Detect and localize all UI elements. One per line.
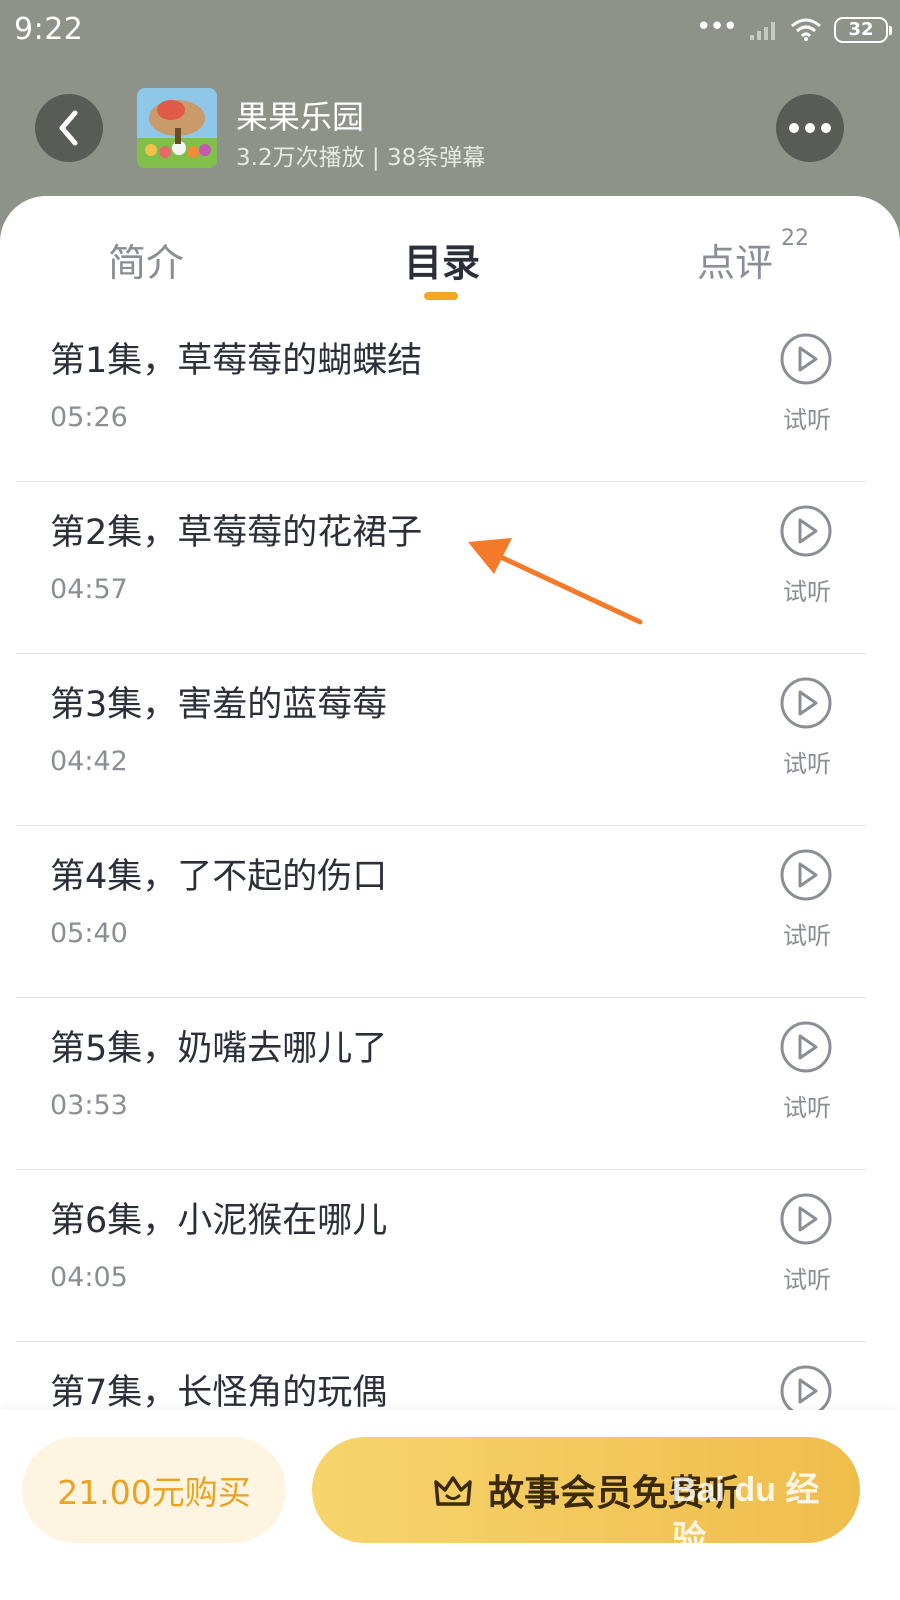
- play-icon[interactable]: [779, 848, 833, 902]
- trial-listen-button[interactable]: 试听: [780, 1088, 834, 1123]
- album-meta: 3.2万次播放 | 38条弹幕: [236, 145, 486, 171]
- trial-listen-button[interactable]: 试听: [780, 744, 834, 779]
- episode-title: 第6集，小泥猴在哪儿: [50, 1201, 388, 1241]
- episode-row[interactable]: 第1集，草莓莓的蝴蝶结 05:26 试听: [0, 310, 900, 482]
- status-icons: ••• 32: [695, 12, 892, 46]
- signal-icon: [748, 19, 778, 41]
- crown-bag-icon: [434, 1476, 472, 1506]
- episode-duration: 04:05: [50, 1262, 128, 1293]
- episode-title: 第7集，长怪角的玩偶: [50, 1373, 388, 1413]
- episode-list: 第1集，草莓莓的蝴蝶结 05:26 试听 第2集，草莓莓的花裙子 04:57 试…: [0, 310, 900, 1514]
- play-icon[interactable]: [779, 676, 833, 730]
- episode-row[interactable]: 第4集，了不起的伤口 05:40 试听: [0, 826, 900, 998]
- episode-title: 第5集，奶嘴去哪儿了: [50, 1029, 388, 1069]
- wifi-icon: [790, 18, 822, 42]
- watermark-url: jingyan.baidu.com: [672, 1562, 829, 1582]
- episode-duration: 05:40: [50, 918, 128, 949]
- play-icon[interactable]: [779, 1020, 833, 1074]
- trial-listen-button[interactable]: 试听: [780, 572, 834, 607]
- tab-review[interactable]: 点评: [697, 232, 773, 287]
- status-time: 9:22: [14, 12, 84, 47]
- play-icon[interactable]: [779, 1192, 833, 1246]
- chevron-left-icon: [59, 110, 78, 146]
- watermark-logo: Bai du 经验: [672, 1471, 820, 1558]
- play-icon[interactable]: [779, 504, 833, 558]
- buy-button[interactable]: 21.00元购买: [22, 1437, 286, 1543]
- more-button[interactable]: [776, 94, 844, 162]
- active-tab-indicator: [424, 292, 458, 300]
- episode-title: 第2集，草莓莓的花裙子: [50, 513, 423, 553]
- episode-title: 第3集，害羞的蓝莓莓: [50, 685, 388, 725]
- episode-row[interactable]: 第2集，草莓莓的花裙子 04:57 试听: [0, 482, 900, 654]
- play-icon[interactable]: [779, 332, 833, 386]
- tab-intro[interactable]: 简介: [108, 232, 184, 287]
- trial-listen-button[interactable]: 试听: [780, 400, 834, 435]
- back-button[interactable]: [35, 94, 103, 162]
- trial-listen-button[interactable]: 试听: [780, 916, 834, 951]
- episode-row[interactable]: 第6集，小泥猴在哪儿 04:05 试听: [0, 1170, 900, 1342]
- episode-duration: 05:26: [50, 402, 128, 433]
- trial-listen-button[interactable]: 试听: [780, 1260, 834, 1295]
- watermark: Bai du 经验 jingyan.baidu.com: [672, 1462, 842, 1582]
- status-bar: 9:22 ••• 32: [0, 0, 900, 60]
- album-title: 果果乐园: [236, 98, 365, 136]
- episode-duration: 04:57: [50, 574, 128, 605]
- review-count-badge: 22: [781, 226, 809, 251]
- episode-row[interactable]: 第3集，害羞的蓝莓莓 04:42 试听: [0, 654, 900, 826]
- annotation-arrow-icon: [468, 538, 643, 625]
- more-icon: [789, 123, 831, 133]
- dots-icon: •••: [695, 12, 738, 42]
- episode-duration: 03:53: [50, 1090, 128, 1121]
- episode-row[interactable]: 第5集，奶嘴去哪儿了 03:53 试听: [0, 998, 900, 1170]
- episode-title: 第4集，了不起的伤口: [50, 857, 388, 897]
- episode-duration: 04:42: [50, 746, 128, 777]
- episode-title: 第1集，草莓莓的蝴蝶结: [50, 341, 423, 381]
- album-cover[interactable]: [137, 88, 217, 168]
- tab-catalog[interactable]: 目录: [404, 232, 480, 287]
- battery-icon: 32: [834, 17, 892, 43]
